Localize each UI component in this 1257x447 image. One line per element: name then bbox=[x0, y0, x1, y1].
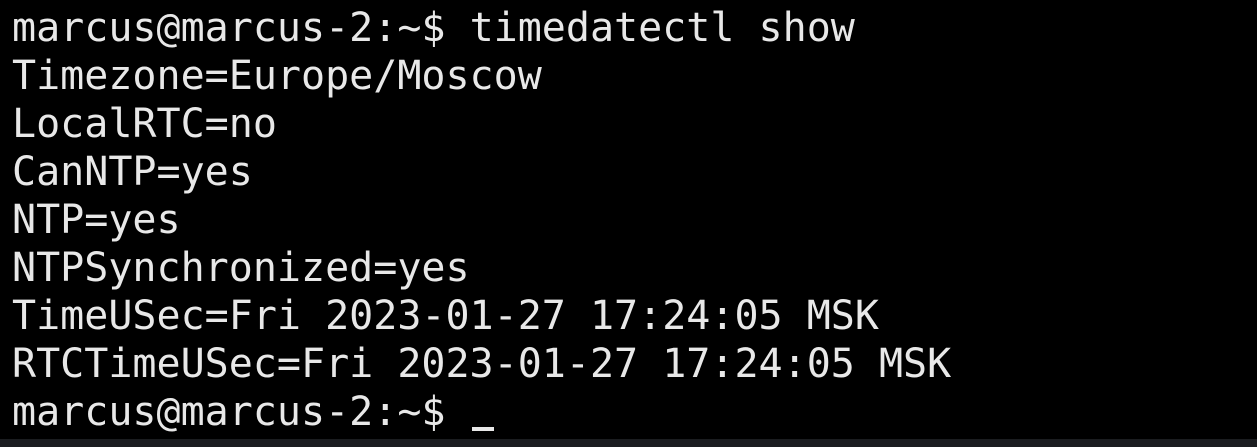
output-line-ntpsynchronized: NTPSynchronized=yes bbox=[12, 245, 470, 291]
output-line-ntp: NTP=yes bbox=[12, 197, 181, 243]
output-line-timezone: Timezone=Europe/Moscow bbox=[12, 53, 542, 99]
output-line-timeusec: TimeUSec=Fri 2023-01-27 17:24:05 MSK bbox=[12, 293, 879, 339]
output-line-canntp: CanNTP=yes bbox=[12, 149, 253, 195]
shell-prompt: marcus@marcus-2:~$ bbox=[12, 389, 470, 435]
output-line-rtctimeusec: RTCTimeUSec=Fri 2023-01-27 17:24:05 MSK bbox=[12, 341, 952, 387]
terminal-window[interactable]: marcus@marcus-2:~$ timedatectl show Time… bbox=[0, 0, 1257, 447]
command-text: timedatectl show bbox=[469, 5, 855, 51]
input-line[interactable]: marcus@marcus-2:~$ bbox=[12, 388, 1257, 436]
command-line: marcus@marcus-2:~$ timedatectl show bbox=[12, 4, 1257, 52]
output-line-localrtc: LocalRTC=no bbox=[12, 101, 277, 147]
text-cursor bbox=[471, 427, 494, 431]
shell-prompt: marcus@marcus-2:~$ bbox=[12, 5, 470, 51]
